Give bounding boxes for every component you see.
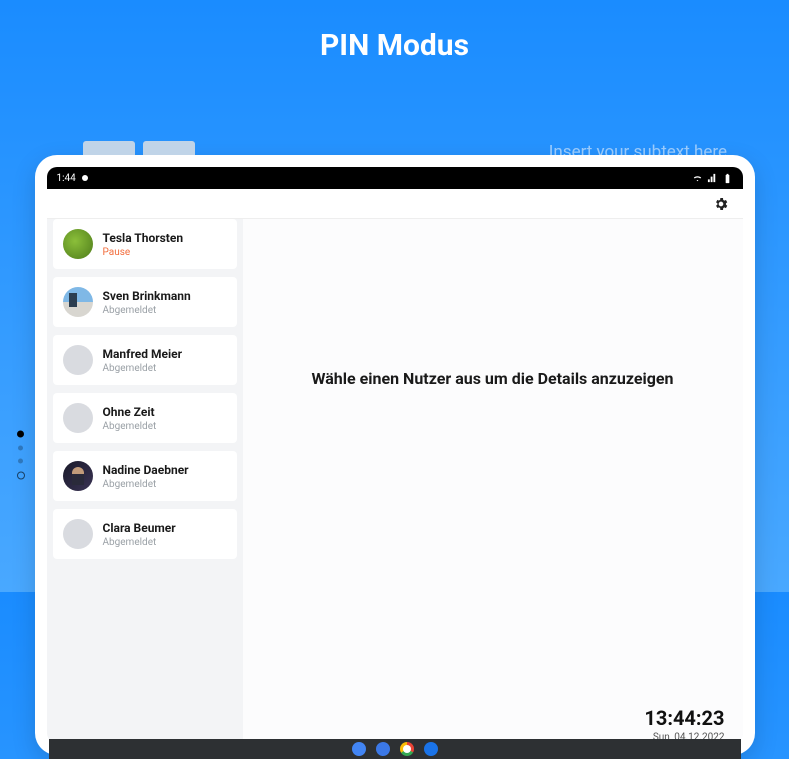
avatar	[63, 519, 93, 549]
user-name: Manfred Meier	[103, 347, 183, 361]
detail-pane: Wähle einen Nutzer aus um die Details an…	[243, 219, 743, 743]
avatar	[63, 461, 93, 491]
android-statusbar: 1:44	[47, 167, 743, 189]
page-dot[interactable]	[18, 446, 23, 451]
avatar	[63, 287, 93, 317]
user-name: Tesla Thorsten	[103, 231, 184, 245]
tablet-tabs-decor	[83, 141, 195, 155]
avatar	[63, 229, 93, 259]
list-item[interactable]: Clara Beumer Abgemeldet	[53, 509, 237, 559]
phone-icon[interactable]	[352, 742, 366, 756]
page-title: PIN Modus	[0, 0, 789, 81]
chrome-icon[interactable]	[400, 742, 414, 756]
app-bar	[47, 189, 743, 219]
user-status: Abgemeldet	[103, 537, 176, 548]
user-status: Abgemeldet	[103, 479, 189, 490]
avatar	[63, 345, 93, 375]
messages-icon[interactable]	[376, 742, 390, 756]
user-status: Pause	[103, 247, 184, 258]
clock-time: 13:44:23	[644, 706, 724, 730]
user-status: Abgemeldet	[103, 421, 157, 432]
user-status: Abgemeldet	[103, 305, 191, 316]
tablet-frame: 1:44 Tesla Thorsten Pause	[35, 155, 755, 755]
user-name: Clara Beumer	[103, 521, 176, 535]
page-dot[interactable]	[18, 459, 23, 464]
page-dot[interactable]	[17, 431, 24, 438]
detail-empty-hint: Wähle einen Nutzer aus um die Details an…	[243, 369, 743, 388]
notification-dot-icon	[82, 175, 88, 181]
clock-widget: 13:44:23 Sun, 04.12.2022	[644, 706, 724, 743]
user-status: Abgemeldet	[103, 363, 183, 374]
user-name: Sven Brinkmann	[103, 289, 191, 303]
wifi-icon	[692, 173, 703, 184]
pagination-dots[interactable]	[17, 431, 25, 480]
user-name: Ohne Zeit	[103, 405, 157, 419]
signal-icon	[707, 173, 718, 184]
list-item[interactable]: Tesla Thorsten Pause	[53, 219, 237, 269]
list-item[interactable]: Sven Brinkmann Abgemeldet	[53, 277, 237, 327]
tablet-screen: 1:44 Tesla Thorsten Pause	[47, 167, 743, 743]
avatar	[63, 403, 93, 433]
gear-icon[interactable]	[713, 196, 729, 212]
list-item[interactable]: Manfred Meier Abgemeldet	[53, 335, 237, 385]
statusbar-time: 1:44	[57, 173, 76, 184]
android-dock	[49, 739, 741, 759]
user-list[interactable]: Tesla Thorsten Pause Sven Brinkmann Abge…	[47, 219, 243, 743]
user-name: Nadine Daebner	[103, 463, 189, 477]
battery-icon	[722, 173, 733, 184]
page-dot[interactable]	[17, 472, 25, 480]
list-item[interactable]: Nadine Daebner Abgemeldet	[53, 451, 237, 501]
camera-icon[interactable]	[424, 742, 438, 756]
list-item[interactable]: Ohne Zeit Abgemeldet	[53, 393, 237, 443]
